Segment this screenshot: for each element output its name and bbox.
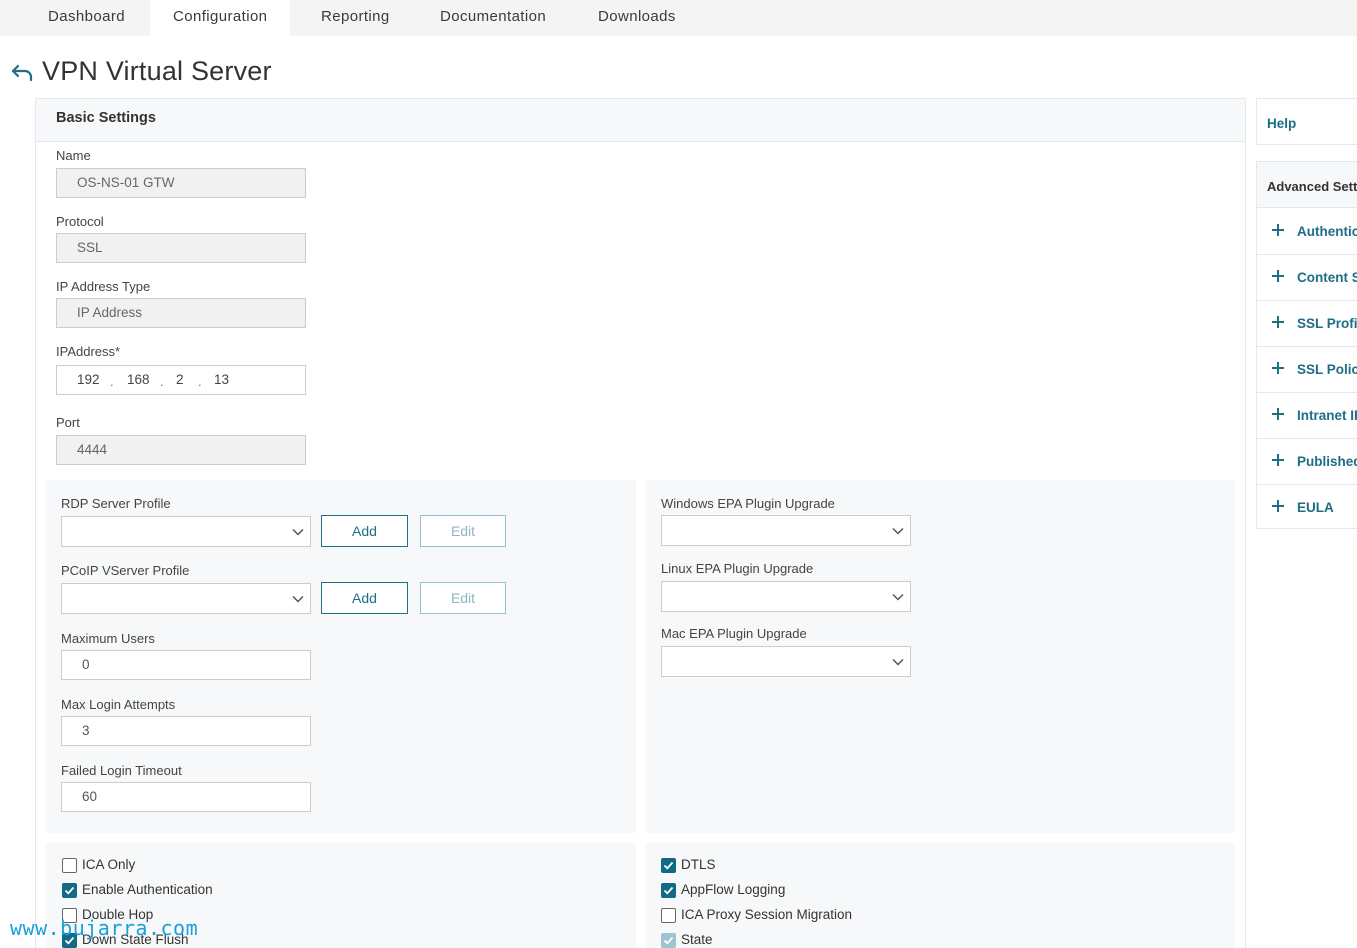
chevron-down-icon [892,527,904,535]
advanced-item-intranet-ip[interactable]: Intranet IP [1257,393,1357,439]
plus-icon [1272,454,1284,466]
port-label: Port [56,415,80,430]
pcoip-profile-label: PCoIP VServer Profile [61,563,190,578]
advanced-item-ssl-policies[interactable]: SSL Policie [1257,347,1357,393]
profiles-subpanel: RDP Server Profile Add Edit PCoIP VServe… [46,480,636,833]
tab-configuration[interactable]: Configuration [150,0,291,36]
chevron-down-icon [292,528,304,536]
top-nav: Dashboard Configuration Reporting Docume… [0,0,1357,36]
back-arrow-icon[interactable] [10,62,34,84]
linux-epa-select[interactable] [661,581,911,612]
port-field: 4444 [56,435,306,465]
help-link[interactable]: Help [1267,116,1296,131]
checkbox-box[interactable] [661,858,676,873]
ip-octet-3[interactable]: 2 [176,366,184,394]
chevron-down-icon [292,595,304,603]
max-users-label: Maximum Users [61,631,155,646]
checkmark-icon [64,886,75,895]
rdp-add-button[interactable]: Add [321,515,408,547]
advanced-item-label[interactable]: SSL Profile [1297,316,1357,331]
ip-octet-4[interactable]: 13 [214,366,229,394]
plus-icon [1272,316,1284,328]
pcoip-add-button[interactable]: Add [321,582,408,614]
checkmark-icon [663,861,674,870]
watermark: www.bujarra.com [10,916,199,940]
tab-downloads[interactable]: Downloads [575,0,699,36]
epa-subpanel: Windows EPA Plugin Upgrade Linux EPA Plu… [646,480,1235,833]
advanced-settings-header: Advanced Settin [1257,162,1357,208]
plus-icon [1272,500,1284,512]
chevron-down-icon [892,593,904,601]
advanced-settings-box: Advanced Settin Authentica Content Sv SS… [1256,161,1357,529]
advanced-item-label[interactable]: Content Sv [1297,270,1357,285]
rdp-edit-button[interactable]: Edit [420,515,506,547]
ip-type-field: IP Address [56,298,306,328]
tab-documentation[interactable]: Documentation [417,0,569,36]
tab-dashboard[interactable]: Dashboard [25,0,148,36]
advanced-item-label[interactable]: EULA [1297,500,1334,515]
pcoip-profile-select[interactable] [61,583,311,614]
advanced-item-published[interactable]: Published [1257,439,1357,485]
tab-reporting[interactable]: Reporting [298,0,413,36]
checkbox-label: DTLS [681,857,716,872]
advanced-item-label[interactable]: Published [1297,454,1357,469]
checkmark-icon [663,886,674,895]
ip-separator: . [110,374,114,389]
name-field: OS-NS-01 GTW [56,168,306,198]
failed-login-timeout-label: Failed Login Timeout [61,763,182,778]
plus-icon [1272,270,1284,282]
checkbox-box[interactable] [62,858,77,873]
basic-settings-panel: Basic Settings Name OS-NS-01 GTW Protoco… [35,98,1246,948]
name-label: Name [56,148,91,163]
advanced-item-label[interactable]: Intranet IP [1297,408,1357,423]
options-right-subpanel: DTLS AppFlow Logging ICA Proxy Session M… [646,843,1235,948]
max-login-attempts-input[interactable]: 3 [61,716,311,746]
checkmark-icon [663,936,674,945]
ip-separator: . [198,374,202,389]
pcoip-edit-button[interactable]: Edit [420,582,506,614]
checkbox-box[interactable] [661,883,676,898]
basic-settings-header: Basic Settings [36,99,1245,142]
advanced-settings-title: Advanced Settin [1267,179,1357,194]
checkbox-label: State [681,932,713,947]
checkbox-label: ICA Proxy Session Migration [681,907,853,922]
failed-login-timeout-input[interactable]: 60 [61,782,311,812]
protocol-field: SSL [56,233,306,263]
rdp-profile-select[interactable] [61,516,311,547]
protocol-label: Protocol [56,214,104,229]
ip-octet-2[interactable]: 168 [127,366,150,394]
ip-type-label: IP Address Type [56,279,151,294]
ip-separator: . [160,374,164,389]
checkbox-label: Enable Authentication [82,882,213,897]
rdp-profile-label: RDP Server Profile [61,496,171,511]
advanced-item-eula[interactable]: EULA [1257,485,1357,528]
max-users-input[interactable]: 0 [61,650,311,680]
mac-epa-select[interactable] [661,646,911,677]
checkbox-label: ICA Only [82,857,136,872]
plus-icon [1272,224,1284,236]
advanced-item-authentication[interactable]: Authentica [1257,209,1357,255]
help-box[interactable]: Help [1256,98,1357,145]
ip-address-field[interactable]: 192 . 168 . 2 . 13 [56,365,306,395]
checkbox-box [661,933,676,948]
advanced-item-ssl-profile[interactable]: SSL Profile [1257,301,1357,347]
advanced-item-content-switching[interactable]: Content Sv [1257,255,1357,301]
advanced-item-label[interactable]: Authentica [1297,224,1357,239]
ip-address-label: IPAddress* [56,344,121,359]
page-title: VPN Virtual Server [42,56,272,86]
windows-epa-select[interactable] [661,515,911,546]
plus-icon [1272,362,1284,374]
basic-settings-title: Basic Settings [56,110,156,126]
checkbox-label: AppFlow Logging [681,882,786,897]
chevron-down-icon [892,658,904,666]
checkbox-box[interactable] [62,883,77,898]
plus-icon [1272,408,1284,420]
checkbox-box[interactable] [661,908,676,923]
mac-epa-label: Mac EPA Plugin Upgrade [661,626,807,641]
advanced-item-label[interactable]: SSL Policie [1297,362,1357,377]
windows-epa-label: Windows EPA Plugin Upgrade [661,496,835,511]
linux-epa-label: Linux EPA Plugin Upgrade [661,561,814,576]
ip-octet-1[interactable]: 192 [77,366,100,394]
max-login-attempts-label: Max Login Attempts [61,697,176,712]
